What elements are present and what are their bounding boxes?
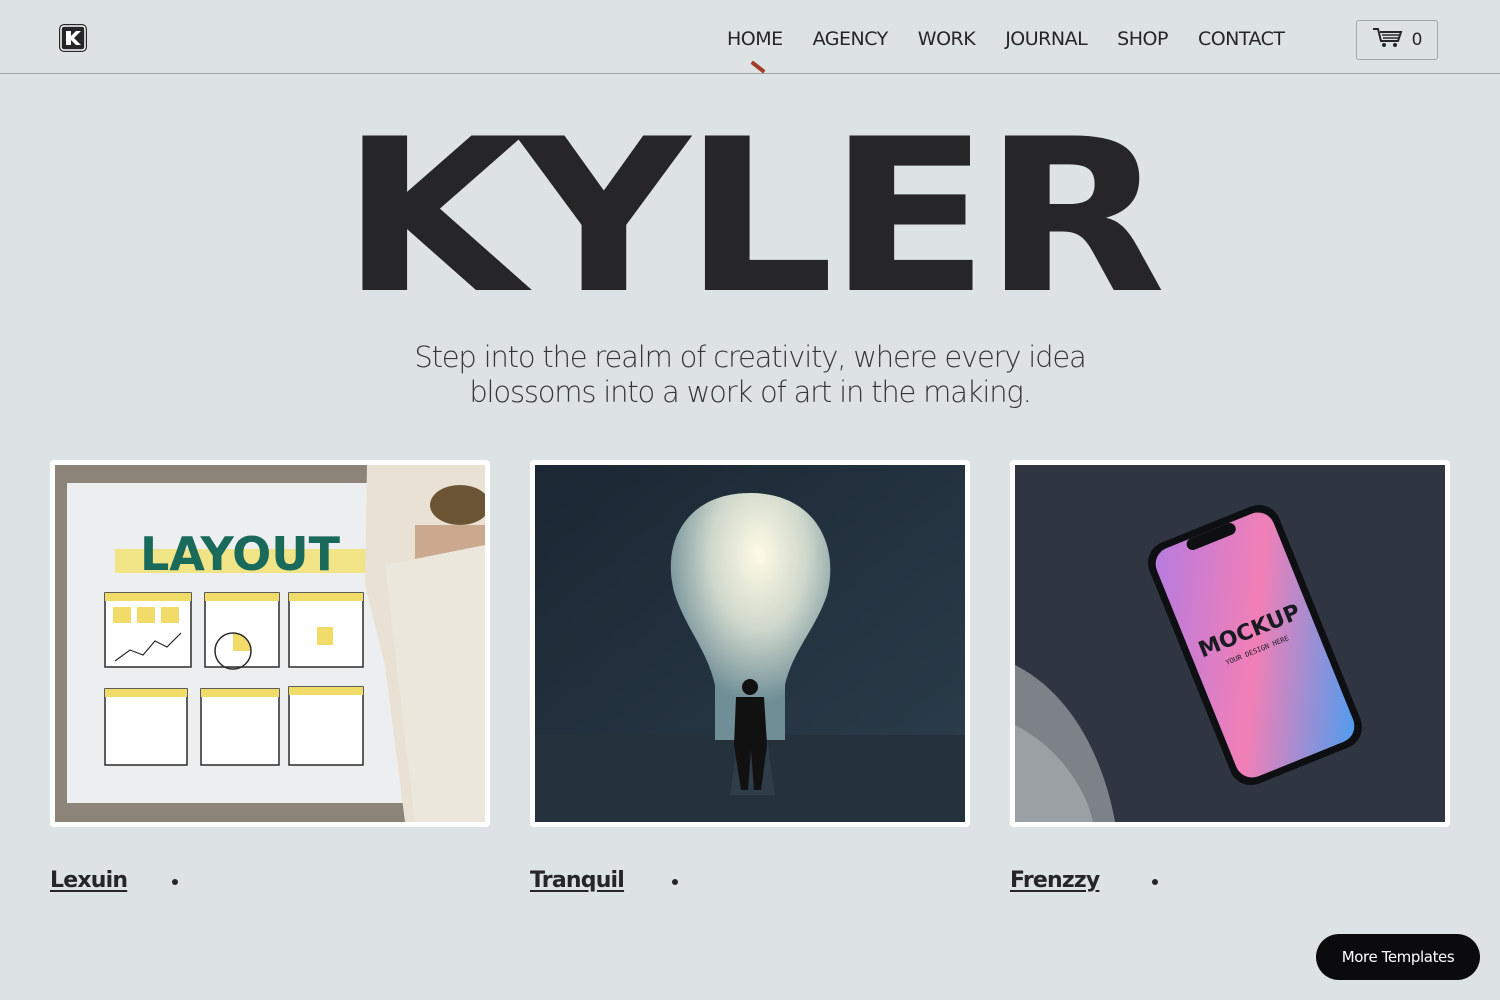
layout-board-text: LAYOUT [140,527,341,581]
nav-shop[interactable]: SHOP [1117,28,1168,50]
cart-button[interactable]: 0 [1356,20,1438,60]
project-card-lexuin[interactable]: LAYOUT [50,460,490,827]
more-templates-button[interactable]: More Templates [1316,934,1480,980]
card-dot [672,879,678,885]
card-dot [172,879,178,885]
card-dot [1152,879,1158,885]
hero-tagline: Step into the realm of creativity, where… [350,340,1150,410]
header-bar: HOME AGENCY WORK JOURNAL SHOP CONTACT 0 [0,0,1500,74]
nav-journal[interactable]: JOURNAL [1005,28,1087,50]
card-title-frenzzy[interactable]: Frenzzy [1010,868,1100,893]
cart-count: 0 [1411,30,1423,50]
nav-work[interactable]: WORK [918,28,976,50]
card-title-lexuin[interactable]: Lexuin [50,868,128,893]
k-logo-icon[interactable] [59,24,87,52]
nav-contact[interactable]: CONTACT [1198,28,1285,50]
hero-title: KYLER [340,93,1166,340]
project-card-tranquil[interactable] [530,460,970,827]
card-title-tranquil[interactable]: Tranquil [530,868,625,893]
main-nav: HOME AGENCY WORK JOURNAL SHOP CONTACT [727,28,1315,50]
lightbulb-doorway-silhouette-photo [535,465,965,822]
tagline-line-2: blossoms into a work of art in the makin… [469,375,1031,409]
tagline-line-1: Step into the realm of creativity, where… [414,340,1086,374]
cart-icon [1372,27,1404,53]
project-card-frenzzy[interactable]: MOCKUP YOUR DESIGN HERE [1010,460,1450,827]
layout-wireframe-board-photo: LAYOUT [55,465,485,822]
phone-mockup-on-fabric-photo: MOCKUP YOUR DESIGN HERE [1015,465,1445,822]
active-nav-indicator [750,60,766,74]
nav-home[interactable]: HOME [727,28,783,50]
nav-agency[interactable]: AGENCY [813,28,889,50]
